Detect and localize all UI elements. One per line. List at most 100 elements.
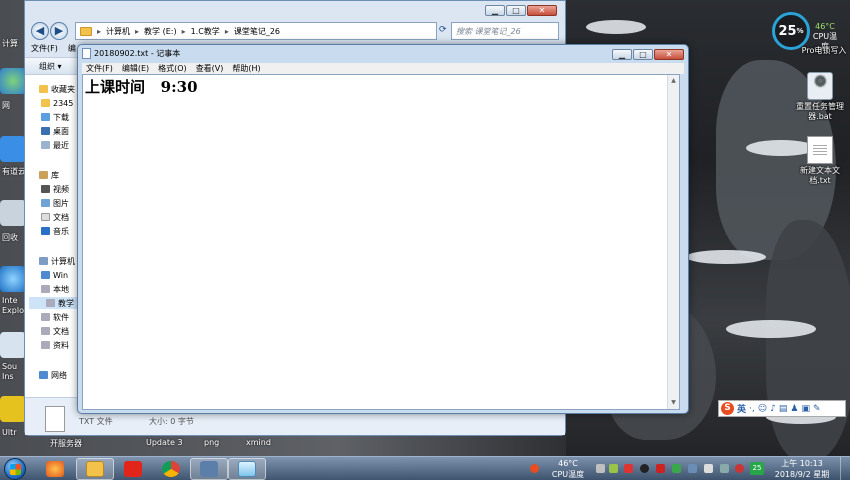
desktop-icon-pro[interactable]: Pro电锁写入 xyxy=(796,46,850,56)
nav-item[interactable]: 音乐 xyxy=(41,225,69,237)
close-button[interactable]: ✕ xyxy=(654,49,684,60)
desktop-label[interactable]: xmind xyxy=(246,438,271,447)
breadcrumb-item[interactable]: 1.C教学 xyxy=(191,26,220,37)
nav-item-selected[interactable]: 教学 xyxy=(29,297,79,309)
emoji-icon[interactable]: ☺ xyxy=(758,404,767,414)
nav-item[interactable]: 资料 xyxy=(41,339,69,351)
desktop-label[interactable]: Update 3 xyxy=(146,438,183,447)
tray-icon[interactable] xyxy=(609,464,618,473)
nav-item[interactable]: 文档 xyxy=(41,211,69,223)
address-bar[interactable]: ▸ 计算机 ▸ 教学 (E:) ▸ 1.C教学 ▸ 课堂笔记_26 xyxy=(75,22,437,40)
computer-icon xyxy=(39,257,48,265)
tray-icon[interactable] xyxy=(672,464,681,473)
scroll-down-icon[interactable]: ▼ xyxy=(668,397,679,409)
file-size: 大小: 0 字节 xyxy=(149,417,194,426)
cpu-unit: % xyxy=(796,27,804,35)
nav-item[interactable]: 2345 xyxy=(41,97,73,109)
menu-help[interactable]: 帮助(H) xyxy=(232,63,260,74)
punctuation-icon[interactable]: ·, xyxy=(749,404,755,414)
taskbar-firefox[interactable] xyxy=(36,458,74,480)
notepad-window[interactable]: 20180902.txt - 记事本 ▁ □ ✕ 文件(F) 编辑(E) 格式(… xyxy=(77,44,689,414)
minimize-button[interactable]: ▁ xyxy=(485,5,505,16)
sogou-icon[interactable]: S xyxy=(721,402,734,415)
tray-cpu-temp[interactable]: 46°C CPU温度 xyxy=(550,458,586,480)
refresh-icon[interactable]: ⟳ xyxy=(439,25,447,35)
star-icon xyxy=(39,85,48,93)
show-desktop-button[interactable] xyxy=(840,457,850,480)
nav-item[interactable]: 桌面 xyxy=(41,125,69,137)
nav-item[interactable]: 本地 xyxy=(41,283,69,295)
skin-icon[interactable]: ▣ xyxy=(801,404,810,414)
nav-item[interactable]: 图片 xyxy=(41,197,69,209)
ime-mode[interactable]: 英 xyxy=(737,402,746,415)
minimize-button[interactable]: ▁ xyxy=(612,49,632,60)
volume-icon[interactable] xyxy=(704,464,713,473)
breadcrumb-item[interactable]: 课堂笔记_26 xyxy=(234,26,280,37)
breadcrumb-item[interactable]: 教学 (E:) xyxy=(144,26,177,37)
nav-network[interactable]: 网络 xyxy=(39,369,67,381)
wrench-icon[interactable]: ✎ xyxy=(813,404,821,414)
start-button[interactable] xyxy=(4,458,26,480)
close-button[interactable]: ✕ xyxy=(527,5,557,16)
nav-item[interactable]: Win xyxy=(41,269,68,281)
ime-toolbar[interactable]: S 英 ·, ☺ ♪ ▤ ♟ ▣ ✎ xyxy=(718,400,846,417)
microphone-icon[interactable]: ♪ xyxy=(770,404,776,414)
clock[interactable]: 上午 10:13 2018/9/2 星期日 xyxy=(772,458,832,480)
batch-file-icon xyxy=(807,72,833,100)
nav-libraries[interactable]: 库 xyxy=(39,169,59,181)
youdao-icon xyxy=(124,461,142,477)
cloud-note-icon xyxy=(0,136,26,162)
scroll-up-icon[interactable]: ▲ xyxy=(668,75,679,87)
recent-icon xyxy=(41,141,50,149)
sogou-tray-icon[interactable] xyxy=(530,464,539,473)
taskbar-explorer[interactable] xyxy=(76,458,114,480)
desktop-label[interactable]: 开服务器 xyxy=(50,438,82,449)
notepad-titlebar[interactable]: 20180902.txt - 记事本 xyxy=(82,48,180,59)
notepad-text-area[interactable]: 上课时间 9:30 ▲ ▼ xyxy=(82,74,680,410)
nav-favorites[interactable]: 收藏夹 xyxy=(39,83,75,95)
taskbar-chrome[interactable] xyxy=(152,458,190,480)
taskbar-youdao[interactable] xyxy=(114,458,152,480)
desktop-icon-reset-taskmgr[interactable]: 重置任务管理器.bat xyxy=(792,72,848,122)
tray-icon[interactable] xyxy=(735,464,744,473)
search-input[interactable]: 搜索 课堂笔记_26 xyxy=(451,22,559,40)
menu-edit[interactable]: 编 xyxy=(68,43,76,57)
tray-icon[interactable] xyxy=(596,464,605,473)
network-icon[interactable] xyxy=(688,464,697,473)
tray-icon[interactable] xyxy=(720,464,729,473)
user-icon[interactable]: ♟ xyxy=(790,404,798,414)
desktop-icon-new-text[interactable]: 新建文本文档.txt xyxy=(792,136,848,186)
menu-file[interactable]: 文件(F) xyxy=(86,63,113,74)
desktop-label[interactable]: png xyxy=(204,438,219,447)
breadcrumb-item[interactable]: 计算机 xyxy=(106,26,130,37)
folder-icon xyxy=(41,99,50,107)
organize-button[interactable]: 组织 ▾ xyxy=(39,62,62,71)
nav-item[interactable]: 最近 xyxy=(41,139,69,151)
folder-icon xyxy=(80,26,92,36)
menu-format[interactable]: 格式(O) xyxy=(158,63,187,74)
tray-icon[interactable] xyxy=(624,464,633,473)
menu-edit[interactable]: 编辑(E) xyxy=(122,63,149,74)
clock-date: 2018/9/2 星期日 xyxy=(774,470,830,479)
tray-icon[interactable] xyxy=(640,464,649,473)
keyboard-icon[interactable]: ▤ xyxy=(779,404,788,414)
taskbar-notepad[interactable] xyxy=(228,458,266,480)
menu-view[interactable]: 查看(V) xyxy=(196,63,224,74)
back-button[interactable]: ◀ xyxy=(31,22,49,40)
notepad-content[interactable]: 上课时间 9:30 xyxy=(85,76,198,97)
tray-badge[interactable]: 25 xyxy=(750,462,764,475)
menu-file[interactable]: 文件(F) xyxy=(31,43,58,57)
ultra-icon xyxy=(0,396,26,422)
nav-item[interactable]: 下载 xyxy=(41,111,69,123)
maximize-button[interactable]: □ xyxy=(633,49,653,60)
nav-item[interactable]: 视频 xyxy=(41,183,69,195)
nav-item[interactable]: 软件 xyxy=(41,311,69,323)
vertical-scrollbar[interactable]: ▲ ▼ xyxy=(667,75,679,409)
forward-button[interactable]: ▶ xyxy=(50,22,68,40)
tray-icon[interactable] xyxy=(656,464,665,473)
maximize-button[interactable]: □ xyxy=(506,5,526,16)
nav-computer[interactable]: 计算机 xyxy=(39,255,75,267)
nav-item[interactable]: 文档 xyxy=(41,325,69,337)
taskbar-app[interactable] xyxy=(190,458,228,480)
notepad-menu-bar: 文件(F) 编辑(E) 格式(O) 查看(V) 帮助(H) xyxy=(82,63,684,74)
